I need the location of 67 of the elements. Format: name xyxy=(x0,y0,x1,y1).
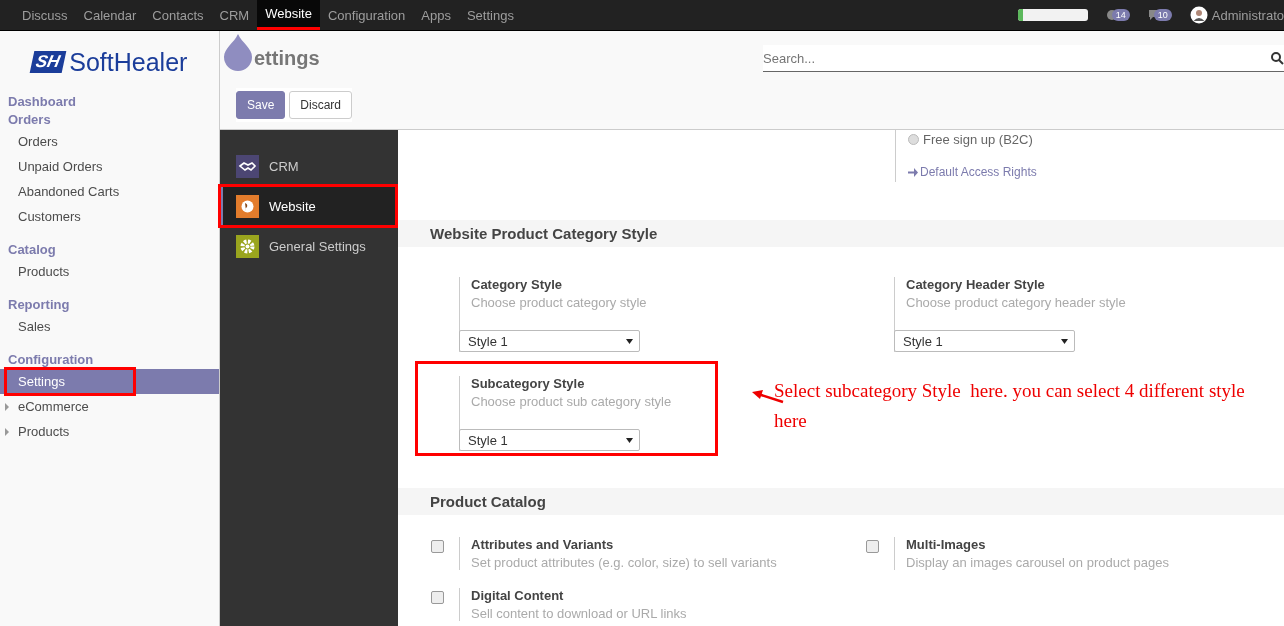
menu-item[interactable]: Apps xyxy=(413,0,459,30)
page-title: ettings xyxy=(254,47,320,70)
settings-app-item[interactable]: General Settings xyxy=(220,226,398,266)
menu-item[interactable]: Discuss xyxy=(14,0,76,30)
setting-help: Sell content to download or URL links xyxy=(471,606,687,621)
sidebar-heading[interactable]: Configuration xyxy=(0,351,219,369)
sidebar-item[interactable]: Unpaid Orders xyxy=(0,154,219,179)
section-header: Product Catalog xyxy=(398,488,1284,515)
sidebar-item[interactable]: eCommerce xyxy=(0,394,219,419)
sidebar-item[interactable]: Products xyxy=(0,419,219,444)
setting-help: Choose product category style xyxy=(471,295,647,310)
style-select[interactable]: Style 1 xyxy=(459,330,640,352)
access-rights-link[interactable]: Default Access Rights xyxy=(908,165,1037,179)
logo-text: SoftHealer xyxy=(69,47,188,77)
menu-item[interactable]: Settings xyxy=(458,0,522,30)
setting-help: Display an images carousel on product pages xyxy=(906,555,1170,570)
caret-icon xyxy=(1061,338,1068,344)
checkbox[interactable] xyxy=(866,540,879,553)
expand-icon xyxy=(5,403,9,411)
style-select[interactable]: Style 1 xyxy=(894,330,1075,352)
activity-count: 14 xyxy=(1111,9,1130,21)
menu-item[interactable]: Contacts xyxy=(144,0,212,30)
setting-title: Category Style xyxy=(471,277,564,292)
user-name[interactable]: Administrato xyxy=(1211,7,1284,23)
sidebar-item[interactable]: Products xyxy=(0,259,219,284)
setting-title: Multi-Images xyxy=(906,537,987,552)
annotation-text: Select subcategory Style here. you can select 4 different style here xyxy=(774,379,1246,433)
avatar-icon xyxy=(1189,6,1208,24)
expand-icon xyxy=(5,428,9,436)
sidebar-heading[interactable]: Catalog xyxy=(0,241,219,259)
message-count: 10 xyxy=(1153,9,1172,21)
setting-help: Choose product sub category style xyxy=(471,394,672,409)
search-icon xyxy=(1271,51,1284,65)
settings-app-item[interactable]: Website xyxy=(220,186,396,226)
sidebar-item[interactable]: Settings xyxy=(0,369,219,394)
setting-help: Choose product category header style xyxy=(906,295,1126,310)
discard-button[interactable]: Discard xyxy=(289,91,353,119)
sidebar-heading[interactable]: Reporting xyxy=(0,296,219,314)
caret-icon xyxy=(626,338,633,344)
sidebar-heading[interactable]: Dashboard xyxy=(0,93,219,111)
sidebar-item[interactable]: Orders xyxy=(0,129,219,154)
menu-item[interactable]: Configuration xyxy=(319,0,414,30)
caret-icon xyxy=(626,437,633,443)
menu-item[interactable]: Calendar xyxy=(75,0,145,30)
setting-title: Subcategory Style xyxy=(471,376,586,391)
logo-mark: SH xyxy=(29,51,66,73)
setting-title: Category Header Style xyxy=(906,277,1046,292)
setting-title: Attributes and Variants xyxy=(471,537,615,552)
menu-item[interactable]: Website xyxy=(257,0,320,30)
setting-title: Digital Content xyxy=(471,588,565,603)
droplet-icon xyxy=(222,32,254,71)
style-select[interactable]: Style 1 xyxy=(459,429,640,451)
sidebar-item[interactable]: Sales xyxy=(0,314,219,339)
sidebar-heading[interactable]: Orders xyxy=(0,111,219,129)
settings-app-item[interactable]: CRM xyxy=(220,146,398,186)
menu-item[interactable]: CRM xyxy=(211,0,258,30)
arrow-icon xyxy=(908,167,918,177)
radio-label: Free sign up (B2C) xyxy=(923,132,1033,147)
sidebar-item[interactable]: Customers xyxy=(0,204,219,229)
setting-help: Set product attributes (e.g. color, size) to sell variants xyxy=(471,555,777,570)
save-button[interactable]: Save xyxy=(236,91,286,119)
checkbox[interactable] xyxy=(431,591,444,604)
gear-icon xyxy=(236,234,259,258)
section-header: Website Product Category Style xyxy=(398,220,1284,247)
checkbox[interactable] xyxy=(431,540,444,553)
sidebar-item[interactable]: Abandoned Carts xyxy=(0,179,219,204)
radio-button[interactable] xyxy=(908,134,919,145)
